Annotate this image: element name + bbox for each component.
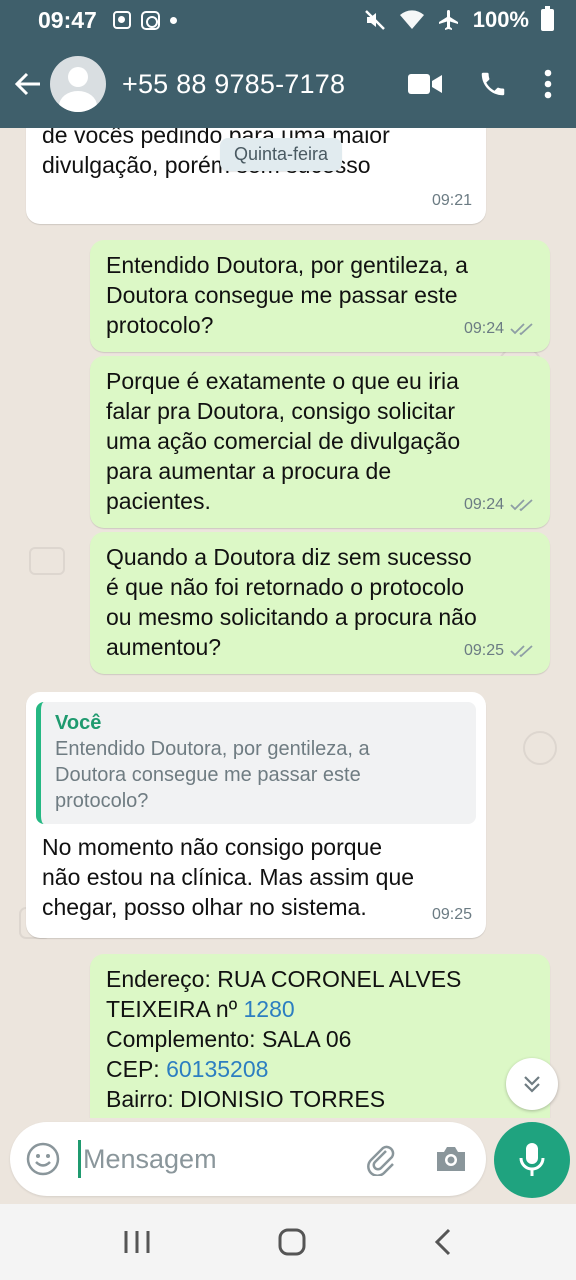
back-arrow-icon bbox=[14, 72, 40, 96]
attach-icon[interactable] bbox=[364, 1142, 398, 1176]
address-line: Endereço: RUA CORONEL ALVES bbox=[106, 966, 462, 992]
number-link[interactable]: 1280 bbox=[244, 996, 295, 1022]
system-navigation-bar bbox=[0, 1204, 576, 1280]
instagram-icon bbox=[140, 10, 160, 30]
message-time: 09:25 bbox=[463, 642, 504, 659]
double-check-icon bbox=[510, 645, 533, 658]
complement-line: Complemento: SALA 06 bbox=[106, 1026, 352, 1052]
message-input[interactable]: Mensagem bbox=[83, 1144, 217, 1175]
message-outgoing[interactable]: Quando a Doutora diz sem sucesso é que n… bbox=[90, 532, 550, 674]
message-time: 09:24 bbox=[463, 496, 504, 513]
message-incoming-reply[interactable]: Você Entendido Doutora, por gentileza, a… bbox=[26, 692, 486, 938]
battery-icon bbox=[541, 6, 554, 31]
avatar[interactable] bbox=[50, 56, 106, 112]
emoji-icon[interactable] bbox=[26, 1142, 60, 1176]
battery-percent: 100% bbox=[472, 7, 529, 32]
voice-message-button[interactable] bbox=[494, 1122, 570, 1198]
mute-icon bbox=[364, 10, 385, 30]
date-chip: Quinta-feira bbox=[220, 138, 343, 171]
back-button[interactable] bbox=[6, 62, 50, 106]
cep-label: CEP: bbox=[106, 1056, 167, 1082]
message-outgoing[interactable]: Entendido Doutora, por gentileza, a Dout… bbox=[90, 240, 550, 352]
scroll-to-bottom-button[interactable] bbox=[506, 1058, 558, 1110]
double-check-icon bbox=[510, 323, 533, 336]
more-notifications-dot-icon bbox=[169, 16, 177, 24]
message-time: 09:21 bbox=[431, 192, 472, 209]
home-icon[interactable] bbox=[277, 1227, 307, 1257]
chat-area[interactable]: de vocês pedindo para uma maior divulgaç… bbox=[0, 128, 576, 1118]
notification-app-icon bbox=[112, 11, 131, 29]
message-outgoing[interactable]: Endereço: RUA CORONEL ALVES TEIXEIRA nº … bbox=[90, 954, 550, 1118]
message-time: 09:24 bbox=[463, 320, 504, 337]
phone-icon[interactable] bbox=[478, 69, 508, 99]
contact-name[interactable]: +55 88 9785-7178 bbox=[122, 69, 345, 100]
status-bar: 09:47 100% bbox=[0, 0, 576, 40]
message-outgoing[interactable]: Porque é exatamente o que eu iria falar … bbox=[90, 356, 550, 528]
status-time: 09:47 bbox=[38, 6, 97, 33]
quoted-message[interactable]: Você Entendido Doutora, por gentileza, a… bbox=[36, 702, 476, 824]
wifi-icon bbox=[399, 10, 424, 29]
address-line: TEIXEIRA nº bbox=[106, 996, 244, 1022]
camera-icon[interactable] bbox=[434, 1144, 468, 1174]
back-nav-icon[interactable] bbox=[433, 1227, 453, 1257]
district-line: Bairro: DIONISIO TORRES bbox=[106, 1086, 386, 1112]
cep-link[interactable]: 60135208 bbox=[166, 1056, 268, 1082]
video-call-icon[interactable] bbox=[408, 73, 442, 95]
double-check-icon bbox=[510, 499, 533, 512]
message-time: 09:25 bbox=[431, 906, 472, 923]
message-text: No momento não consigo porque não estou … bbox=[42, 834, 415, 920]
airplane-mode-icon bbox=[438, 10, 458, 30]
more-options-icon[interactable] bbox=[544, 69, 552, 99]
text-cursor bbox=[78, 1140, 81, 1178]
message-input-bar: Mensagem bbox=[10, 1122, 486, 1196]
quote-author: Você bbox=[55, 712, 102, 734]
double-chevron-down-icon bbox=[524, 1076, 540, 1093]
recent-apps-icon[interactable] bbox=[123, 1229, 151, 1255]
microphone-icon bbox=[519, 1143, 545, 1176]
quote-text: Entendido Doutora, por gentileza, a Dout… bbox=[55, 738, 370, 812]
chat-header: +55 88 9785-7178 bbox=[0, 40, 576, 128]
